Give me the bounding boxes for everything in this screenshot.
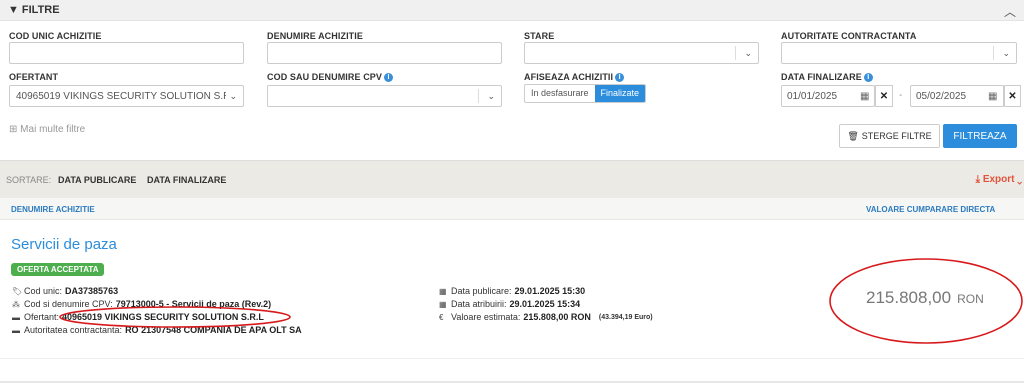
value-highlight-ellipse <box>829 258 1023 344</box>
divider <box>0 381 1024 383</box>
page: ▼ FILTRE ︿ COD UNIC ACHIZITIE DENUMIRE A… <box>0 0 1024 385</box>
ofertant-highlight-ellipse <box>59 306 291 328</box>
annotation-overlay <box>59 258 1023 344</box>
divider <box>0 358 1024 359</box>
